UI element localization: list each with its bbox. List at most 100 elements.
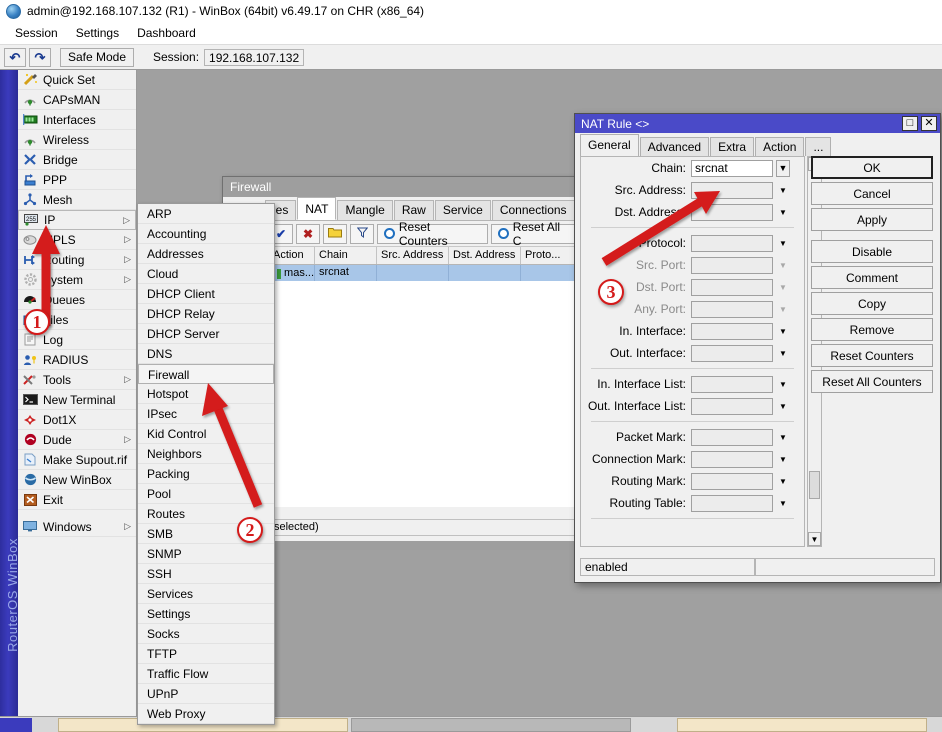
menu-dashboard[interactable]: Dashboard	[128, 24, 205, 42]
out-interface-list-input[interactable]	[691, 398, 773, 415]
tab-more[interactable]: ...	[805, 137, 831, 156]
routing-mark-dropdown-icon[interactable]: ▼	[776, 473, 790, 490]
disable-button[interactable]: Disable	[811, 240, 933, 263]
protocol-dropdown-icon[interactable]: ▼	[776, 235, 790, 252]
ip-submenu-item-services[interactable]: Services	[138, 584, 274, 604]
ip-submenu-item-upnp[interactable]: UPnP	[138, 684, 274, 704]
sidebar-item-mesh[interactable]: Mesh	[18, 190, 136, 210]
scroll-down-button[interactable]: ▼	[808, 532, 821, 546]
tab-service-ports[interactable]: Service Ports	[435, 200, 491, 220]
sidebar-item-system[interactable]: System ▷	[18, 270, 136, 290]
sidebar-item-bridge[interactable]: Bridge	[18, 150, 136, 170]
session-value-field[interactable]: 192.168.107.132	[204, 49, 304, 66]
sidebar-item-queues[interactable]: Queues	[18, 290, 136, 310]
tab-connections[interactable]: Connections	[492, 200, 575, 220]
sidebar-item-quick-set[interactable]: Quick Set	[18, 70, 136, 90]
connection-mark-dropdown-icon[interactable]: ▼	[776, 451, 790, 468]
sidebar-item-dude[interactable]: Dude ▷	[18, 430, 136, 450]
src-address-dropdown-icon[interactable]: ▼	[776, 182, 790, 199]
comment-button[interactable]: Comment	[811, 266, 933, 289]
sidebar-item-ppp[interactable]: PPP	[18, 170, 136, 190]
sidebar-item-tools[interactable]: Tools ▷	[18, 370, 136, 390]
table-row[interactable]: mas... srcnat	[269, 265, 581, 281]
out-interface-input[interactable]	[691, 345, 773, 362]
tab-mangle[interactable]: Mangle	[337, 200, 392, 220]
chain-input[interactable]: srcnat	[691, 160, 773, 177]
column-header-chain[interactable]: Chain	[315, 247, 377, 264]
sidebar-item-dot1x[interactable]: Dot1X	[18, 410, 136, 430]
in-interface-list-input[interactable]	[691, 376, 773, 393]
sidebar-item-wireless[interactable]: Wireless	[18, 130, 136, 150]
ip-submenu-item-socks[interactable]: Socks	[138, 624, 274, 644]
undo-button[interactable]: ↶	[4, 48, 26, 67]
filter-button[interactable]	[350, 224, 374, 244]
taskbar-window-chip-2[interactable]	[351, 718, 631, 732]
ip-submenu-item-arp[interactable]: ARP	[138, 204, 274, 224]
ip-submenu-item-ssh[interactable]: SSH	[138, 564, 274, 584]
ip-submenu-item-firewall[interactable]: Firewall	[138, 364, 274, 384]
tab-raw[interactable]: Raw	[394, 200, 434, 220]
dst-address-dropdown-icon[interactable]: ▼	[776, 204, 790, 221]
cancel-button[interactable]: Cancel	[811, 182, 933, 205]
ip-submenu-item-pool[interactable]: Pool	[138, 484, 274, 504]
sidebar-item-windows[interactable]: Windows ▷	[18, 517, 136, 537]
maximize-icon[interactable]: □	[902, 116, 918, 131]
in-interface-input[interactable]	[691, 323, 773, 340]
routing-table-input[interactable]	[691, 495, 773, 512]
scrollbar-thumb[interactable]	[809, 471, 820, 499]
ip-submenu-item-dhcp-relay[interactable]: DHCP Relay	[138, 304, 274, 324]
out-interface-list-dropdown-icon[interactable]: ▼	[776, 398, 790, 415]
reset-counters-button[interactable]: Reset Counters	[811, 344, 933, 367]
sidebar-item-mpls[interactable]: MPLS ▷	[18, 230, 136, 250]
ip-submenu-item-accounting[interactable]: Accounting	[138, 224, 274, 244]
ip-submenu-item-addresses[interactable]: Addresses	[138, 244, 274, 264]
ip-submenu-item-cloud[interactable]: Cloud	[138, 264, 274, 284]
ip-submenu-item-hotspot[interactable]: Hotspot	[138, 384, 274, 404]
menu-settings[interactable]: Settings	[67, 24, 128, 42]
column-header-dst-address[interactable]: Dst. Address	[449, 247, 521, 264]
in-interface-list-dropdown-icon[interactable]: ▼	[776, 376, 790, 393]
ip-submenu-item-dhcp-client[interactable]: DHCP Client	[138, 284, 274, 304]
sidebar-item-routing[interactable]: Routing ▷	[18, 250, 136, 270]
firewall-titlebar[interactable]: Firewall	[223, 177, 581, 197]
tab-action[interactable]: Action	[755, 137, 804, 156]
routing-table-dropdown-icon[interactable]: ▼	[776, 495, 790, 512]
connection-mark-input[interactable]	[691, 451, 773, 468]
in-interface-dropdown-icon[interactable]: ▼	[776, 323, 790, 340]
dst-address-input[interactable]	[691, 204, 773, 221]
sidebar-item-ip[interactable]: 255 IP ▷	[18, 210, 136, 230]
apply-button[interactable]: Apply	[811, 208, 933, 231]
ip-submenu-item-tftp[interactable]: TFTP	[138, 644, 274, 664]
menu-session[interactable]: Session	[6, 24, 67, 42]
nat-dialog-titlebar[interactable]: NAT Rule <> □ ✕	[575, 114, 940, 133]
ip-submenu-item-neighbors[interactable]: Neighbors	[138, 444, 274, 464]
sidebar-item-new-winbox[interactable]: New WinBox	[18, 470, 136, 490]
sidebar-item-make-supout[interactable]: Make Supout.rif	[18, 450, 136, 470]
tab-advanced[interactable]: Advanced	[640, 137, 709, 156]
ip-submenu-item-snmp[interactable]: SNMP	[138, 544, 274, 564]
close-icon[interactable]: ✕	[921, 116, 937, 131]
copy-button[interactable]: Copy	[811, 292, 933, 315]
protocol-input[interactable]	[691, 235, 773, 252]
reset-all-counters-button[interactable]: Reset All C	[491, 224, 578, 244]
column-header-action[interactable]: Action	[269, 247, 315, 264]
sidebar-item-capsman[interactable]: CAPsMAN	[18, 90, 136, 110]
sidebar-item-new-terminal[interactable]: New Terminal	[18, 390, 136, 410]
tab-nat[interactable]: NAT	[297, 197, 336, 220]
taskbar-window-chip-3[interactable]	[677, 718, 927, 732]
reset-counters-button[interactable]: Reset Counters	[377, 224, 488, 244]
sidebar-item-interfaces[interactable]: Interfaces	[18, 110, 136, 130]
ip-submenu-item-ipsec[interactable]: IPsec	[138, 404, 274, 424]
ip-submenu-item-kid-control[interactable]: Kid Control	[138, 424, 274, 444]
reset-all-counters-button[interactable]: Reset All Counters	[811, 370, 933, 393]
safe-mode-button[interactable]: Safe Mode	[60, 48, 134, 67]
ip-submenu-item-packing[interactable]: Packing	[138, 464, 274, 484]
redo-button[interactable]: ↷	[29, 48, 51, 67]
out-interface-dropdown-icon[interactable]: ▼	[776, 345, 790, 362]
tab-general[interactable]: General	[580, 134, 639, 156]
src-address-input[interactable]	[691, 182, 773, 199]
ip-submenu-item-dhcp-server[interactable]: DHCP Server	[138, 324, 274, 344]
ip-submenu-item-settings[interactable]: Settings	[138, 604, 274, 624]
routing-mark-input[interactable]	[691, 473, 773, 490]
ip-submenu-item-traffic-flow[interactable]: Traffic Flow	[138, 664, 274, 684]
